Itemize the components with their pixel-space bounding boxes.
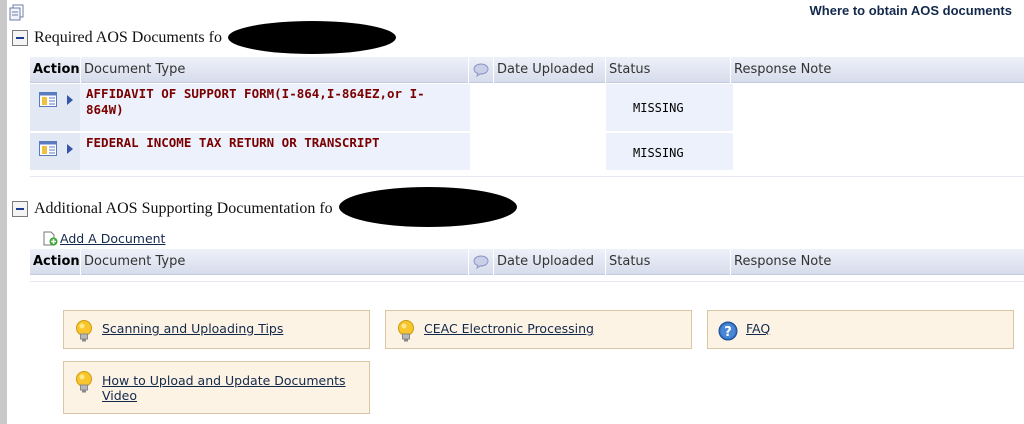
help-link-label[interactable]: How to Upload and Update Documents Video (102, 373, 362, 403)
add-document-label[interactable]: Add A Document (60, 231, 165, 246)
comment-bubble-icon (468, 249, 493, 275)
collapse-required-button[interactable] (12, 30, 28, 46)
lightbulb-icon (398, 320, 414, 342)
row-spacer-cell (606, 133, 630, 170)
column-response-note[interactable]: Response Note (730, 249, 1024, 275)
additional-grid-header: Action Document Type Date Uploaded Statu… (30, 249, 1024, 275)
help-tip-faq[interactable]: ? FAQ (707, 310, 1014, 349)
expand-arrow-icon[interactable] (66, 95, 74, 105)
column-date-uploaded[interactable]: Date Uploaded (493, 57, 605, 83)
comment-bubble-icon (468, 57, 493, 83)
row-status-cell: MISSING (630, 133, 733, 170)
pages-icon (9, 4, 24, 21)
row-spacer-cell (606, 84, 630, 131)
document-details-icon[interactable] (39, 141, 57, 156)
add-document-link[interactable]: Add A Document (43, 229, 165, 247)
column-action: Action (33, 62, 80, 77)
svg-text:?: ? (724, 325, 732, 340)
document-type-text: AFFIDAVIT OF SUPPORT FORM(I-864,I-864EZ,… (86, 86, 425, 117)
column-date-uploaded[interactable]: Date Uploaded (493, 249, 605, 275)
table-row: FEDERAL INCOME TAX RETURN OR TRANSCRIPT … (30, 133, 1024, 170)
column-document-type[interactable]: Document Type (80, 249, 468, 275)
section-divider (30, 281, 1024, 282)
help-link-label[interactable]: Scanning and Uploading Tips (102, 321, 362, 336)
expand-arrow-icon[interactable] (66, 144, 74, 154)
help-tip-scanning[interactable]: Scanning and Uploading Tips (63, 310, 370, 349)
question-icon: ? (718, 321, 738, 341)
additional-section-header: Additional AOS Supporting Documentation … (12, 198, 333, 220)
help-tip-upload-video[interactable]: How to Upload and Update Documents Video (63, 361, 370, 414)
where-to-obtain-link[interactable]: Where to obtain AOS documents (810, 3, 1012, 18)
redaction-mark (228, 21, 396, 54)
section-divider (30, 176, 1024, 177)
column-document-type[interactable]: Document Type (80, 57, 468, 83)
add-document-icon (43, 231, 58, 245)
help-tip-ceac[interactable]: CEAC Electronic Processing (385, 310, 692, 349)
left-edge-bar (0, 0, 7, 424)
required-grid-header: Action Document Type Date Uploaded Statu… (30, 57, 1024, 83)
lightbulb-icon (76, 320, 92, 342)
redaction-mark (339, 187, 517, 227)
row-document-type-cell: FEDERAL INCOME TAX RETURN OR TRANSCRIPT (80, 133, 470, 170)
help-link-label[interactable]: CEAC Electronic Processing (424, 321, 684, 336)
lightbulb-icon (76, 371, 92, 393)
required-section-title: Required AOS Documents fo (34, 29, 222, 46)
column-action: Action (33, 254, 80, 269)
column-status[interactable]: Status (605, 57, 730, 83)
required-section-header: Required AOS Documents fo (12, 27, 222, 49)
collapse-additional-button[interactable] (12, 201, 28, 217)
help-link-label[interactable]: FAQ (746, 321, 1006, 336)
document-details-icon[interactable] (39, 92, 57, 107)
row-status-cell: MISSING (630, 84, 733, 131)
table-row: AFFIDAVIT OF SUPPORT FORM(I-864,I-864EZ,… (30, 84, 1024, 131)
document-type-text: FEDERAL INCOME TAX RETURN OR TRANSCRIPT (86, 135, 380, 150)
row-action-cell (30, 133, 80, 170)
status-text: MISSING (633, 101, 684, 115)
status-text: MISSING (633, 146, 684, 160)
additional-section-title: Additional AOS Supporting Documentation … (34, 200, 333, 217)
row-action-cell (30, 84, 80, 131)
column-response-note[interactable]: Response Note (730, 57, 1024, 83)
column-status[interactable]: Status (605, 249, 730, 275)
row-document-type-cell: AFFIDAVIT OF SUPPORT FORM(I-864,I-864EZ,… (80, 84, 470, 131)
